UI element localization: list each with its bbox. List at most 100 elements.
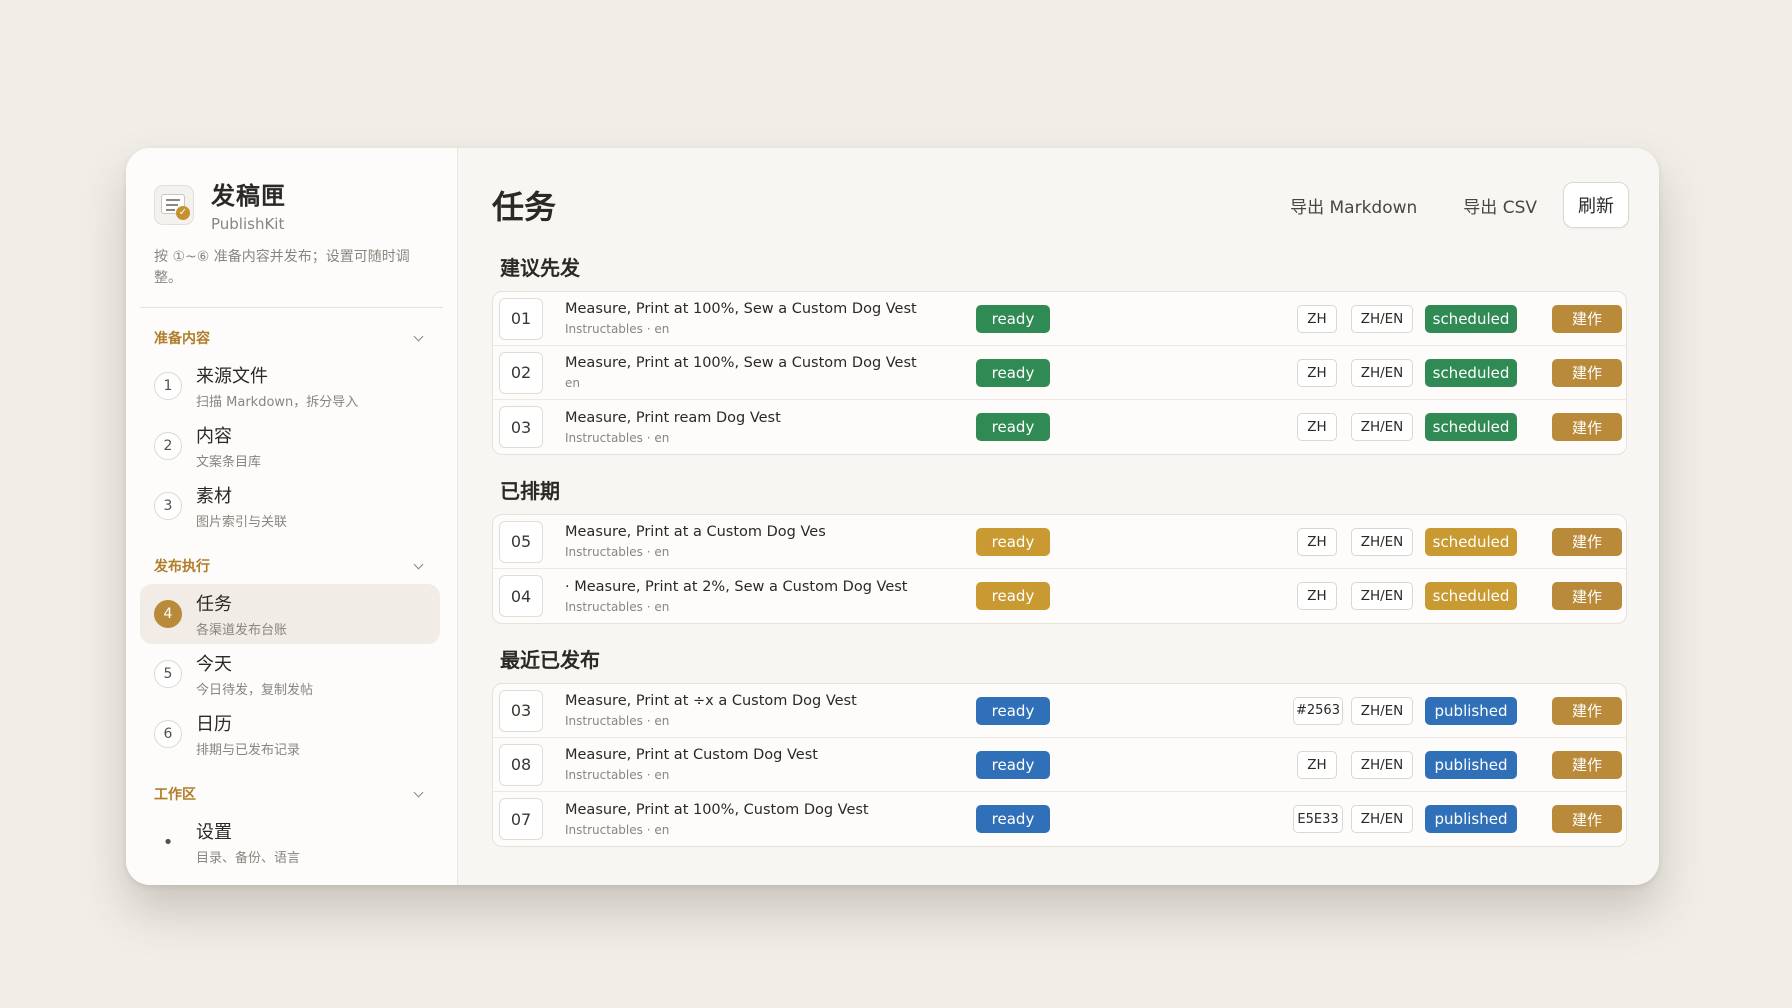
sidebar-item-sub: 排期与已发布记录 [196,743,301,758]
app-window: ✓ 发稿匣 PublishKit 按 ①~⑥ 准备内容并发布；设置可随时调整。 … [126,148,1659,885]
section-prepare[interactable]: 准备内容 [140,328,440,348]
step-number: 5 [154,660,182,688]
create-button[interactable]: 建作 [1552,527,1622,556]
sidebar-item-sub: 今日待发，复制发帖 [196,683,314,698]
language-tag: ZH [1297,527,1337,556]
row-text: Measure, Print at a Custom Dog Ves Instru… [565,524,977,559]
sidebar-item-sub: 各渠道发布台账 [196,623,288,638]
row-source: Instructables · en [565,822,670,837]
toolbar: 导出 Markdown 导出 CSV 刷新 [1290,182,1629,228]
state-badge: published [1425,696,1517,725]
brand: ✓ 发稿匣 PublishKit [140,176,440,233]
chevron-down-icon[interactable] [413,787,424,797]
row-title: Measure, Print at ÷x a Custom Dog Vest [565,693,857,709]
sidebar-item-content[interactable]: 2 内容 文案条目库 [140,416,440,476]
sidebar-item-settings[interactable]: • 设置 目录、备份、语言 [140,812,440,872]
app-title: 发稿匣 [211,182,286,210]
row-title: Measure, Print at a Custom Dog Ves [565,524,826,540]
sidebar-item-source-files[interactable]: 1 来源文件 扫描 Markdown，拆分导入 [140,356,440,416]
refresh-button[interactable]: 刷新 [1563,182,1629,228]
row-source: Instructables · en [565,599,670,614]
sidebar-item-sub: 文案条目库 [196,455,262,470]
row-source: Instructables · en [565,430,670,445]
state-badge: scheduled [1425,413,1517,441]
app-logo-icon: ✓ [154,184,194,225]
row-number: 08 [499,743,543,786]
step-number: 4 [154,600,182,628]
language-tag: E5E33 [1293,805,1343,833]
create-button[interactable]: 建作 [1552,413,1622,441]
state-badge: scheduled [1425,527,1517,556]
create-button[interactable]: 建作 [1552,304,1622,333]
language-pair-tag: ZH/EN [1351,696,1413,725]
sidebar-item-sub: 目录、备份、语言 [196,851,301,866]
chevron-down-icon[interactable] [413,559,424,569]
language-tag: #2563 [1293,696,1343,725]
table-row[interactable]: 01 Measure, Print at 100%, Sew a Custom D… [493,292,1626,346]
sidebar-item-label: 设置 [196,822,232,843]
table-row[interactable]: 07 Measure, Print at 100%, Custom Dog Ves… [493,792,1626,846]
step-number: 1 [154,372,182,400]
row-number: 02 [499,351,543,394]
sidebar-item-tasks[interactable]: 4 任务 各渠道发布台账 [140,584,440,644]
create-button[interactable]: 建作 [1552,358,1622,387]
table-row[interactable]: 03 Measure, Print ream Dog Vest Instructab… [493,400,1626,454]
row-source: Instructables · en [565,545,670,559]
language-tag: ZH [1297,304,1337,333]
sidebar-item-calendar[interactable]: 6 日历 排期与已发布记录 [140,704,440,764]
sidebar: ✓ 发稿匣 PublishKit 按 ①~⑥ 准备内容并发布；设置可随时调整。 … [126,148,458,885]
row-title: Measure, Print at 100%, Custom Dog Vest [565,801,869,818]
language-tag: ZH [1297,582,1337,610]
app-subtitle: PublishKit [211,215,285,233]
row-text: · Measure, Print at 2%, Sew a Custom Dog… [565,579,977,614]
status-badge: ready [976,696,1050,725]
create-button[interactable]: 建作 [1552,805,1622,833]
status-badge: ready [976,304,1050,333]
table-row[interactable]: 02 Measure, Print at 100%, Sew a Custom D… [493,346,1626,400]
row-number: 03 [499,689,543,732]
row-title: Measure, Print ream Dog Vest [565,409,781,426]
row-number: 07 [499,798,543,840]
row-text: Measure, Print at ÷x a Custom Dog Vest In… [565,693,977,728]
section-workspace[interactable]: 工作区 [140,784,440,804]
sidebar-item-assets[interactable]: 3 素材 图片索引与关联 [140,476,440,536]
table-row[interactable]: 08 Measure, Print at Custom Dog Vest Instr… [493,738,1626,792]
chevron-down-icon[interactable] [413,331,424,341]
status-badge: ready [976,805,1050,833]
group-title: 已排期 [500,479,560,503]
language-pair-tag: ZH/EN [1351,750,1413,779]
row-text: Measure, Print at 100%, Custom Dog Vest I… [565,802,977,837]
export-csv-button[interactable]: 导出 CSV [1463,193,1537,218]
task-card: 03 Measure, Print at ÷x a Custom Dog Vest… [492,683,1627,847]
export-markdown-button[interactable]: 导出 Markdown [1290,193,1417,218]
task-card: 01 Measure, Print at 100%, Sew a Custom D… [492,291,1627,455]
sidebar-item-label: 今天 [196,654,232,675]
status-badge: ready [976,582,1050,610]
row-source: en [565,376,580,390]
row-source: Instructables · en [565,322,670,336]
language-pair-tag: ZH/EN [1351,805,1413,833]
sidebar-item-label: 任务 [196,594,232,615]
bullet-icon: • [162,831,174,853]
language-pair-tag: ZH/EN [1351,413,1413,441]
step-number: 2 [154,432,182,460]
task-group: 已排期 05 Measure, Print at a Custom Dog Ves I… [492,475,1629,624]
table-row[interactable]: 03 Measure, Print at ÷x a Custom Dog Vest… [493,684,1626,738]
sidebar-item-sub: 图片索引与关联 [196,515,288,530]
table-row[interactable]: 05 Measure, Print at a Custom Dog Ves Inst… [493,515,1626,569]
create-button[interactable]: 建作 [1552,750,1622,779]
sidebar-item-today[interactable]: 5 今天 今日待发，复制发帖 [140,644,440,704]
row-title: Measure, Print at 100%, Sew a Custom Dog… [565,355,917,371]
create-button[interactable]: 建作 [1552,696,1622,725]
state-badge: published [1425,805,1517,833]
table-row[interactable]: 04 · Measure, Print at 2%, Sew a Custom D… [493,569,1626,623]
status-badge: ready [976,413,1050,441]
main-panel: 任务 导出 Markdown 导出 CSV 刷新 建议先发 01 Measure, … [458,148,1659,885]
section-publish[interactable]: 发布执行 [140,556,440,576]
status-badge: ready [976,750,1050,779]
row-number: 05 [499,520,543,563]
create-button[interactable]: 建作 [1552,582,1622,610]
status-badge: ready [976,358,1050,387]
sidebar-item-label: 来源文件 [196,366,268,387]
step-number: 3 [154,492,182,520]
